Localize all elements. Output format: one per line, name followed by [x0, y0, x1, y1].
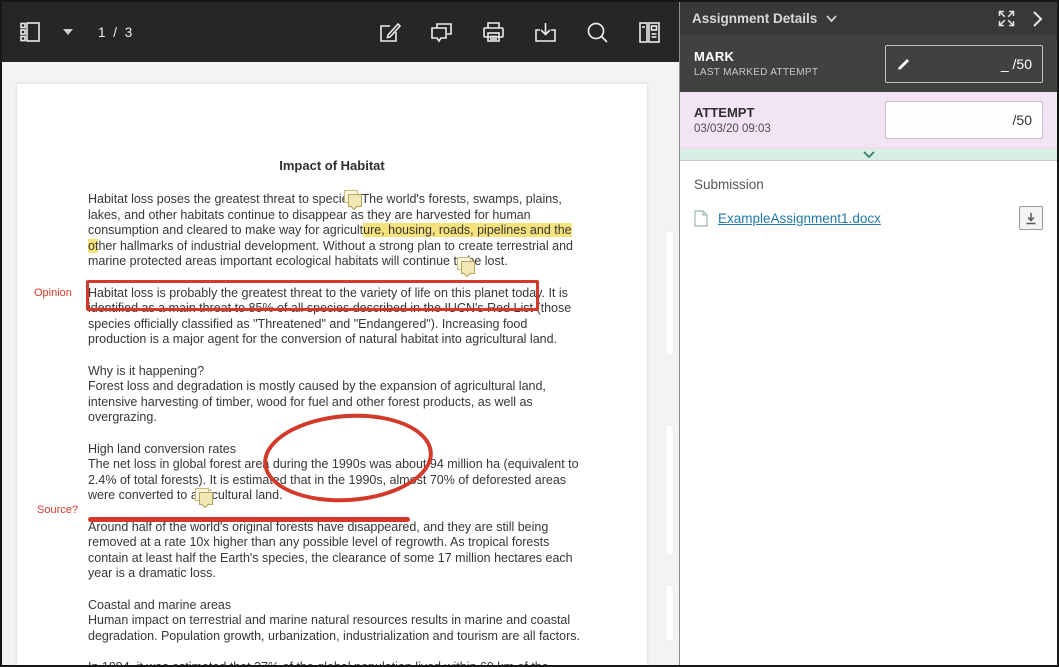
toolbar-right-group — [374, 17, 665, 48]
submission-file-row: ExampleAssignment1.docx — [694, 206, 1043, 230]
print-button[interactable] — [478, 17, 509, 48]
chevron-down-icon — [825, 14, 838, 23]
download-button[interactable] — [530, 17, 561, 48]
content-library-button[interactable] — [634, 17, 665, 48]
attempt-score-input[interactable] — [885, 101, 1043, 139]
document-paragraph: Around half of the world's original fore… — [88, 520, 585, 582]
download-file-icon — [1025, 212, 1037, 225]
mark-score-button[interactable]: _ /50 — [885, 45, 1043, 83]
viewer-canvas[interactable]: Impact of Habitat Habitat loss poses the… — [2, 62, 679, 665]
page-indicator: 1 / 3 — [98, 25, 134, 40]
annotation-source-label[interactable]: Source? — [37, 504, 78, 516]
viewer-scrollbar-segment[interactable] — [665, 424, 674, 556]
document-text-segment: Around half of the world's original fore… — [88, 520, 573, 581]
mark-section: MARK LAST MARKED ATTEMPT _ /50 — [680, 35, 1057, 92]
document-text-segment: High land conversion rates — [88, 442, 236, 456]
chevron-down-icon — [862, 150, 876, 159]
document-title: Impact of Habitat — [17, 84, 647, 173]
document-paragraph: Habitat loss poses the greatest threat t… — [88, 192, 585, 270]
caret-down-icon — [62, 28, 74, 36]
thumbnails-button[interactable] — [16, 17, 46, 47]
attempt-labels: ATTEMPT 03/03/20 09:03 — [694, 105, 885, 135]
thumbnails-icon — [18, 19, 44, 45]
assignment-details-panel: Assignment Details MARK LAST MARKED A — [679, 2, 1057, 665]
collapse-attempts-button[interactable] — [680, 149, 1057, 161]
panel-title-dropdown-button[interactable] — [823, 12, 840, 25]
document-text-segment: Why is it happening? — [88, 364, 204, 378]
mark-labels: MARK LAST MARKED ATTEMPT — [694, 49, 885, 78]
attempt-section: ATTEMPT 03/03/20 09:03 — [680, 92, 1057, 149]
toolbar-left-group: 1 / 3 — [16, 17, 134, 47]
viewer-scrollbar-segment[interactable] — [665, 230, 674, 356]
file-icon — [694, 210, 708, 227]
viewer-toolbar: 1 / 3 — [2, 2, 679, 62]
comment-note-icon[interactable] — [199, 492, 212, 504]
comment-note-icon[interactable] — [461, 261, 474, 273]
annotation-opinion-box[interactable] — [86, 280, 539, 311]
document-text-segment: In 1994, it was estimated that 37% of th… — [88, 660, 549, 665]
search-button[interactable] — [582, 17, 613, 48]
mark-label: MARK — [694, 49, 885, 64]
collapse-panel-button[interactable] — [1029, 8, 1045, 30]
document-viewer: 1 / 3 — [2, 2, 679, 665]
submission-heading: Submission — [694, 177, 1043, 192]
attempt-timestamp: 03/03/20 09:03 — [694, 123, 885, 135]
document-page: Impact of Habitat Habitat loss poses the… — [17, 84, 647, 665]
comment-note-icon[interactable] — [348, 194, 361, 206]
download-file-button[interactable] — [1019, 206, 1043, 230]
panel-header: Assignment Details — [680, 2, 1057, 35]
print-icon — [480, 19, 507, 46]
document-paragraph: In 1994, it was estimated that 37% of th… — [88, 660, 585, 665]
annotate-button[interactable] — [374, 17, 405, 48]
document-text-segment: Human impact on terrestrial and marine n… — [88, 613, 580, 643]
annotation-underline[interactable] — [88, 517, 410, 522]
expand-panel-button[interactable] — [994, 6, 1019, 31]
document-text-segment: her hallmarks of industrial development.… — [88, 239, 573, 269]
app-window: 1 / 3 — [0, 0, 1059, 667]
chevron-right-icon — [1031, 10, 1043, 28]
view-mode-dropdown-button[interactable] — [60, 26, 76, 38]
submission-section: Submission ExampleAssignment1.docx — [680, 161, 1057, 230]
expand-icon — [996, 8, 1017, 29]
attempt-label: ATTEMPT — [694, 105, 885, 120]
panel-title: Assignment Details — [692, 11, 817, 26]
library-icon — [636, 19, 663, 46]
search-icon — [584, 19, 611, 46]
download-icon — [532, 19, 559, 46]
document-text-segment: Coastal and marine areas — [88, 598, 231, 612]
mark-sublabel: LAST MARKED ATTEMPT — [694, 67, 885, 78]
annotate-icon — [376, 19, 403, 46]
viewer-scrollbar-segment[interactable] — [665, 584, 674, 642]
comments-icon — [428, 19, 455, 46]
document-paragraph: Coastal and marine areasHuman impact on … — [88, 598, 585, 645]
comments-button[interactable] — [426, 17, 457, 48]
annotation-opinion-label[interactable]: Opinion — [34, 287, 72, 299]
submission-file-link[interactable]: ExampleAssignment1.docx — [718, 211, 881, 226]
pencil-icon — [896, 56, 912, 72]
document-text-segment: Forest loss and degradation is mostly ca… — [88, 379, 546, 424]
mark-score-value: _ /50 — [1001, 56, 1032, 72]
